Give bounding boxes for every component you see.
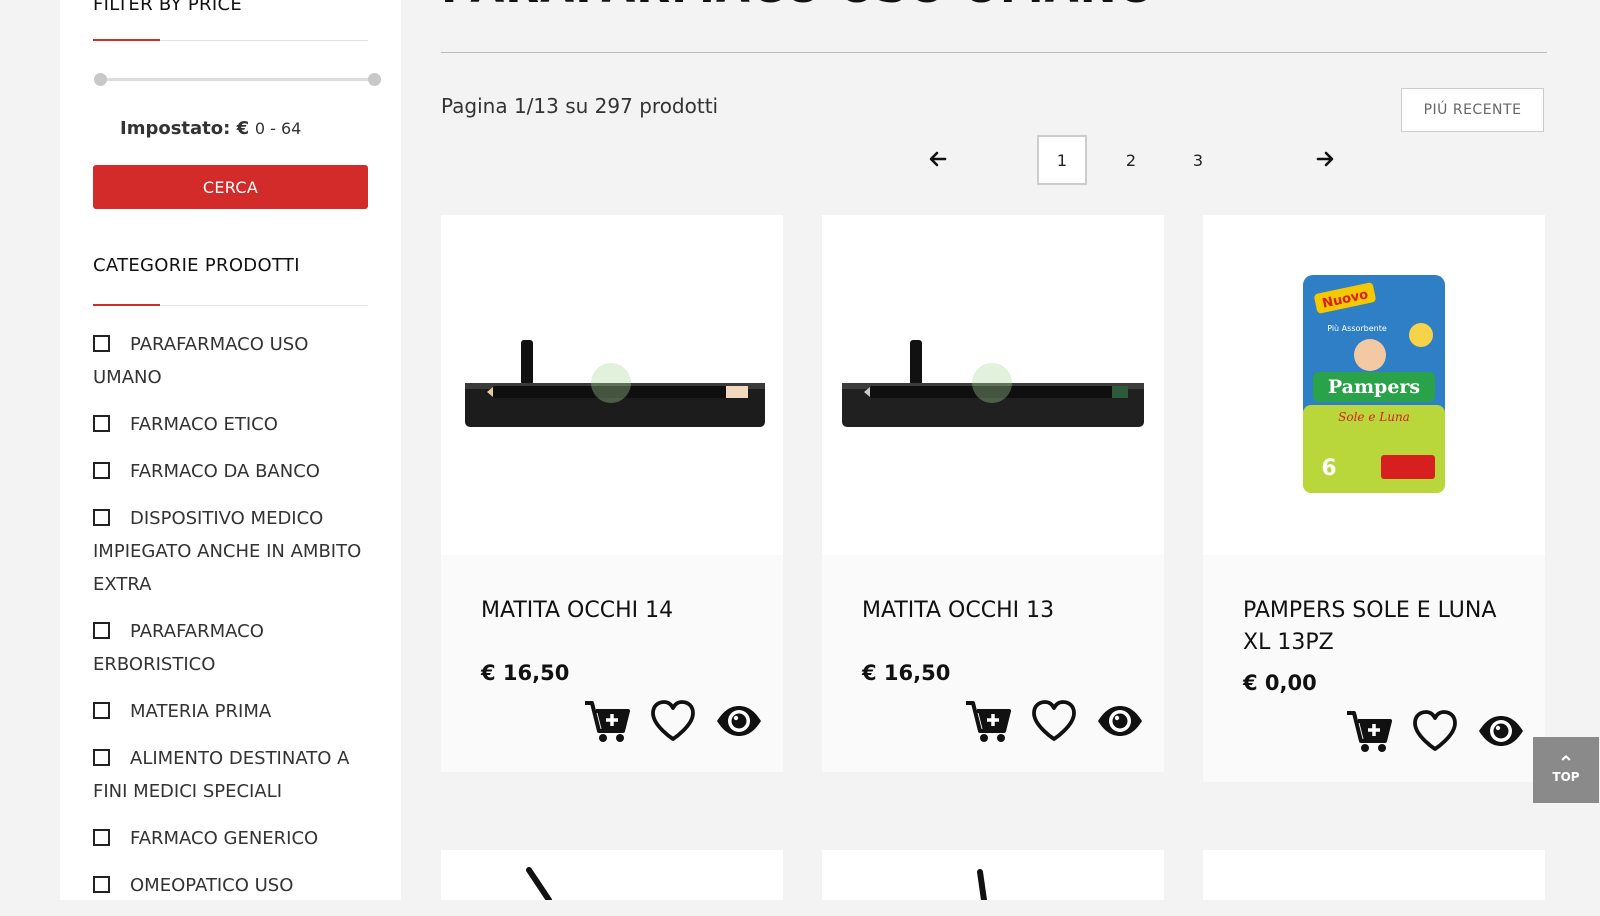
- product-actions: [583, 697, 763, 745]
- category-item[interactable]: DISPOSITIVO MEDICO IMPIEGATO ANCHE IN AM…: [93, 502, 373, 601]
- page-3[interactable]: 3: [1183, 147, 1213, 173]
- product-card[interactable]: [441, 850, 783, 903]
- category-label: OMEOPATICO USO: [130, 875, 294, 896]
- product-image[interactable]: Nuovo Più Assorbente Pampers Sole e Luna…: [1203, 215, 1545, 555]
- categories-heading: CATEGORIE PRODOTTI: [93, 255, 300, 276]
- add-to-cart-icon[interactable]: [964, 697, 1012, 745]
- eye-icon[interactable]: [715, 697, 763, 745]
- category-label: FARMACO DA BANCO: [130, 461, 320, 482]
- product-image: [977, 869, 987, 903]
- product-price: € 16,50: [862, 661, 951, 685]
- category-label: PARAFARMACO ERBORISTICO: [93, 621, 264, 675]
- heading-accent: [93, 39, 160, 41]
- category-item[interactable]: PARAFARMACO ERBORISTICO: [93, 615, 373, 681]
- category-item[interactable]: FARMACO DA BANCO: [93, 455, 373, 488]
- heart-icon[interactable]: [1030, 697, 1078, 745]
- pagination: 1 2 3: [0, 135, 1600, 188]
- product-price: € 16,50: [481, 661, 570, 685]
- sort-select[interactable]: PIÚ RECENTE: [1401, 88, 1544, 132]
- category-item[interactable]: FARMACO ETICO: [93, 408, 373, 441]
- page-2[interactable]: 2: [1116, 147, 1146, 173]
- product-actions: [964, 697, 1144, 745]
- heading-accent: [93, 304, 160, 306]
- eye-icon[interactable]: [1096, 697, 1144, 745]
- eye-icon[interactable]: [1477, 707, 1525, 755]
- category-label: FARMACO ETICO: [130, 414, 278, 435]
- arrow-left-icon[interactable]: [926, 147, 950, 171]
- category-list: PARAFARMACO USO UMANO FARMACO ETICO FARM…: [93, 328, 373, 916]
- category-item[interactable]: PARAFARMACO USO UMANO: [93, 328, 373, 394]
- product-image: [526, 867, 552, 903]
- checkbox[interactable]: [93, 829, 110, 846]
- category-label: FARMACO GENERICO: [130, 828, 319, 849]
- pack-size: 6: [1321, 456, 1336, 481]
- product-card[interactable]: [1203, 850, 1545, 900]
- heart-icon[interactable]: [1411, 707, 1459, 755]
- checkbox[interactable]: [93, 415, 110, 432]
- price-filter-heading: FILTER BY PRICE: [93, 0, 243, 15]
- divider: [441, 52, 1547, 53]
- checkbox[interactable]: [93, 335, 110, 352]
- arrow-right-icon[interactable]: [1313, 147, 1337, 171]
- checkbox[interactable]: [93, 509, 110, 526]
- chevron-up-icon: ⌃: [1557, 751, 1575, 775]
- back-to-top-button[interactable]: ⌃ TOP: [1533, 737, 1599, 803]
- product-image[interactable]: [822, 215, 1164, 555]
- add-to-cart-icon[interactable]: [1345, 707, 1393, 755]
- product-card[interactable]: [822, 850, 1164, 903]
- back-to-top-label: TOP: [1552, 770, 1580, 784]
- checkbox[interactable]: [93, 622, 110, 639]
- product-card[interactable]: MATITA OCCHI 14 € 16,50: [441, 215, 783, 772]
- product-price: € 0,00: [1243, 671, 1317, 695]
- category-item[interactable]: OMEOPATICO USO: [93, 869, 373, 902]
- checkbox[interactable]: [93, 462, 110, 479]
- checkbox[interactable]: [93, 749, 110, 766]
- category-label: DISPOSITIVO MEDICO IMPIEGATO ANCHE IN AM…: [93, 508, 362, 595]
- product-info: MATITA OCCHI 14 € 16,50: [441, 555, 783, 772]
- category-item[interactable]: FARMACO GENERICO: [93, 822, 373, 855]
- product-info: PAMPERS SOLE E LUNA XL 13PZ € 0,00: [1203, 555, 1545, 782]
- checkbox[interactable]: [93, 702, 110, 719]
- checkbox[interactable]: [93, 876, 110, 893]
- page-1[interactable]: 1: [1037, 135, 1087, 185]
- results-count: Pagina 1/13 su 297 prodotti: [441, 94, 719, 118]
- product-name[interactable]: MATITA OCCHI 14: [481, 595, 761, 627]
- product-name[interactable]: PAMPERS SOLE E LUNA XL 13PZ: [1243, 595, 1523, 659]
- product-card[interactable]: MATITA OCCHI 13 € 16,50: [822, 215, 1164, 772]
- category-item[interactable]: ALIMENTO DESTINATO A FINI MEDICI SPECIAL…: [93, 742, 373, 808]
- price-slider-max-handle[interactable]: [368, 73, 381, 86]
- pack-sub: Più Assorbente: [1327, 324, 1387, 333]
- category-item[interactable]: MATERIA PRIMA: [93, 695, 373, 728]
- heart-icon[interactable]: [649, 697, 697, 745]
- pack-line: Sole e Luna: [1338, 410, 1410, 424]
- price-slider[interactable]: [94, 73, 381, 86]
- product-actions: [1345, 707, 1525, 755]
- product-image[interactable]: [441, 215, 783, 555]
- add-to-cart-icon[interactable]: [583, 697, 631, 745]
- pack-brand: Pampers: [1328, 376, 1420, 398]
- category-label: ALIMENTO DESTINATO A FINI MEDICI SPECIAL…: [93, 748, 350, 802]
- category-label: MATERIA PRIMA: [130, 701, 272, 722]
- category-label: PARAFARMACO USO UMANO: [93, 334, 309, 388]
- page-title: PARAFARMACO USO UMANO: [441, 0, 1156, 13]
- product-info: MATITA OCCHI 13 € 16,50: [822, 555, 1164, 772]
- product-card[interactable]: Nuovo Più Assorbente Pampers Sole e Luna…: [1203, 215, 1545, 782]
- price-slider-min-handle[interactable]: [94, 73, 107, 86]
- product-name[interactable]: MATITA OCCHI 13: [862, 595, 1142, 627]
